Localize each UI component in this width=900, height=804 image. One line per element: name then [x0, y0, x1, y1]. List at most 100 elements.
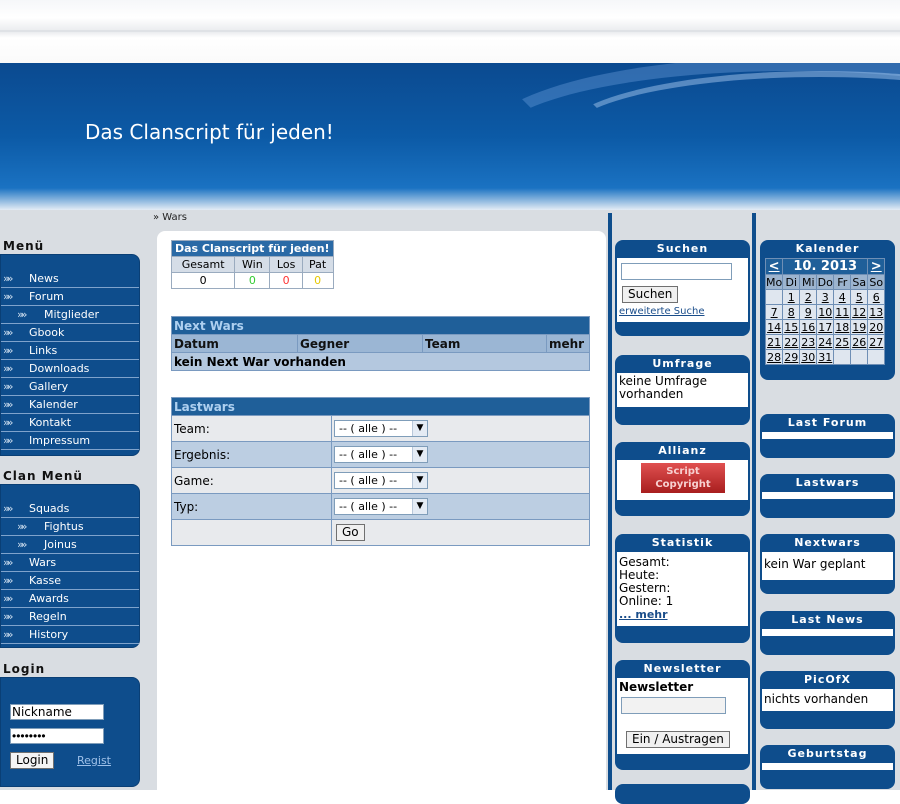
calendar-day[interactable]: 25	[833, 334, 852, 350]
menu-item-label: Squads	[29, 502, 70, 515]
menu-item-awards[interactable]: »» Awards	[1, 590, 139, 608]
menu-item-impressum[interactable]: »» Impressum	[1, 432, 139, 450]
newsletter-email-input[interactable]	[621, 697, 726, 714]
col-gegner: Gegner	[297, 334, 423, 353]
filter-select-ergebnis[interactable]: -- ( alle ) -- ▼	[334, 446, 428, 463]
calendar-day[interactable]: 5	[850, 289, 869, 305]
calendar-day[interactable]: 3	[816, 289, 835, 305]
menu-item-squads[interactable]: »» Squads	[1, 500, 139, 518]
advanced-search-link[interactable]: erweiterte Suche	[619, 306, 704, 317]
nickname-input[interactable]	[10, 704, 104, 720]
lastwars-side-title: Lastwars	[795, 476, 860, 489]
col-datum: Datum	[171, 334, 298, 353]
stats-header-win: Win	[234, 256, 271, 273]
menu-item-links[interactable]: »» Links	[1, 342, 139, 360]
menu-item-fightus[interactable]: »» Fightus	[1, 518, 139, 536]
calendar-day[interactable]: 23	[799, 334, 818, 350]
menu-item-kalender[interactable]: »» Kalender	[1, 396, 139, 414]
calendar-table: < 10. 2013 > Mo Di Mi Do Fr Sa So 1 2 3 4 5 6 7 8 9 10 1…	[764, 258, 886, 365]
stats-value-gesamt: 0	[170, 272, 236, 289]
next-wars-title: Next Wars	[171, 316, 590, 335]
newsletter-box: Newsletter Newsletter Ein / Austragen	[615, 660, 750, 770]
select-value: -- ( alle ) --	[339, 448, 398, 461]
calendar-day[interactable]: 2	[799, 289, 818, 305]
site-slogan: Das Clanscript für jeden!	[85, 120, 334, 144]
menu-item-gbook[interactable]: »» Gbook	[1, 324, 139, 342]
calendar-day[interactable]: 31	[816, 349, 835, 365]
calendar-day[interactable]: 15	[782, 319, 801, 335]
calendar-day[interactable]: 4	[833, 289, 852, 305]
calendar-day[interactable]: 8	[782, 304, 801, 320]
calendar-box: Kalender < 10. 2013 > Mo Di Mi Do Fr Sa So 123…	[760, 240, 895, 380]
calendar-day[interactable]: 27	[867, 334, 886, 350]
calendar-day[interactable]: 30	[799, 349, 818, 365]
stats-value-los: 0	[269, 272, 303, 289]
double-chevron-icon: »»	[3, 380, 14, 393]
search-button[interactable]: Suchen	[622, 286, 679, 303]
clan-menu: »» Squads»» Fightus»» Joinus»» Wars»» Kasse»»…	[0, 484, 140, 648]
calendar-day[interactable]: 11	[833, 304, 852, 320]
double-chevron-icon: »»	[17, 308, 28, 321]
calendar-next-month[interactable]: >	[867, 258, 886, 275]
menu-item-forum[interactable]: »» Forum	[1, 288, 139, 306]
menu-item-joinus[interactable]: »» Joinus	[1, 536, 139, 554]
newsletter-subscribe-button[interactable]: Ein / Austragen	[626, 731, 730, 748]
calendar-day[interactable]: 19	[850, 319, 869, 335]
menu-item-label: Regeln	[29, 610, 67, 623]
calendar-month-label: 10. 2013	[782, 258, 869, 275]
filter-select-typ[interactable]: -- ( alle ) -- ▼	[334, 498, 428, 515]
calendar-day[interactable]: 16	[799, 319, 818, 335]
calendar-day[interactable]: 13	[867, 304, 886, 320]
breadcrumb: » Wars	[153, 212, 187, 223]
select-value: -- ( alle ) --	[339, 500, 398, 513]
menu-item-label: Gallery	[29, 380, 69, 393]
menu-item-label: Mitglieder	[44, 308, 99, 321]
top-divider	[0, 30, 900, 32]
calendar-day[interactable]: 10	[816, 304, 835, 320]
script-copyright-banner[interactable]: Script Copyright	[641, 463, 725, 493]
menu-item-kontakt[interactable]: »» Kontakt	[1, 414, 139, 432]
calendar-prev-month[interactable]: <	[764, 258, 784, 275]
calendar-day[interactable]: 26	[850, 334, 869, 350]
search-input[interactable]	[621, 263, 732, 280]
register-link[interactable]: Regist	[77, 754, 111, 767]
menu-item-regeln[interactable]: »» Regeln	[1, 608, 139, 626]
calendar-day[interactable]: 17	[816, 319, 835, 335]
menu-item-mitglieder[interactable]: »» Mitglieder	[1, 306, 139, 324]
password-input[interactable]	[10, 728, 104, 744]
calendar-day[interactable]: 29	[782, 349, 801, 365]
double-chevron-icon: »»	[3, 344, 14, 357]
menu-item-news[interactable]: »» News	[1, 270, 139, 288]
calendar-day[interactable]: 28	[764, 349, 784, 365]
calendar-day[interactable]: 20	[867, 319, 886, 335]
search-box: Suchen Suchen erweiterte Suche	[615, 240, 750, 336]
calendar-day-header: Di	[782, 274, 801, 290]
stats-more-link[interactable]: ... mehr	[619, 608, 746, 621]
calendar-day[interactable]: 24	[816, 334, 835, 350]
calendar-day[interactable]: 1	[782, 289, 801, 305]
next-wars-table: Next Wars Datum Gegner Team mehr kein Ne…	[171, 316, 590, 371]
menu-item-wars[interactable]: »» Wars	[1, 554, 139, 572]
poll-box: Umfrage keine Umfrage vorhanden	[615, 355, 750, 425]
calendar-day[interactable]: 6	[867, 289, 886, 305]
filter-select-game[interactable]: -- ( alle ) -- ▼	[334, 472, 428, 489]
calendar-day[interactable]: 7	[764, 304, 784, 320]
calendar-day[interactable]: 22	[782, 334, 801, 350]
filter-select-team[interactable]: -- ( alle ) -- ▼	[334, 420, 428, 437]
double-chevron-icon: »»	[3, 610, 14, 623]
calendar-day[interactable]: 18	[833, 319, 852, 335]
menu-item-gallery[interactable]: »» Gallery	[1, 378, 139, 396]
calendar-day[interactable]: 9	[799, 304, 818, 320]
chevron-down-icon: ▼	[412, 421, 427, 436]
menu-item-downloads[interactable]: »» Downloads	[1, 360, 139, 378]
go-button[interactable]: Go	[336, 524, 365, 541]
menu-item-history[interactable]: »» History	[1, 626, 139, 644]
calendar-day[interactable]: 14	[764, 319, 784, 335]
lastwars-title: Lastwars	[171, 397, 590, 416]
menu-item-label: Gbook	[29, 326, 65, 339]
menu-item-kasse[interactable]: »» Kasse	[1, 572, 139, 590]
calendar-day[interactable]: 12	[850, 304, 869, 320]
login-button[interactable]: Login	[10, 752, 55, 769]
calendar-day[interactable]: 21	[764, 334, 784, 350]
double-chevron-icon: »»	[3, 628, 14, 641]
